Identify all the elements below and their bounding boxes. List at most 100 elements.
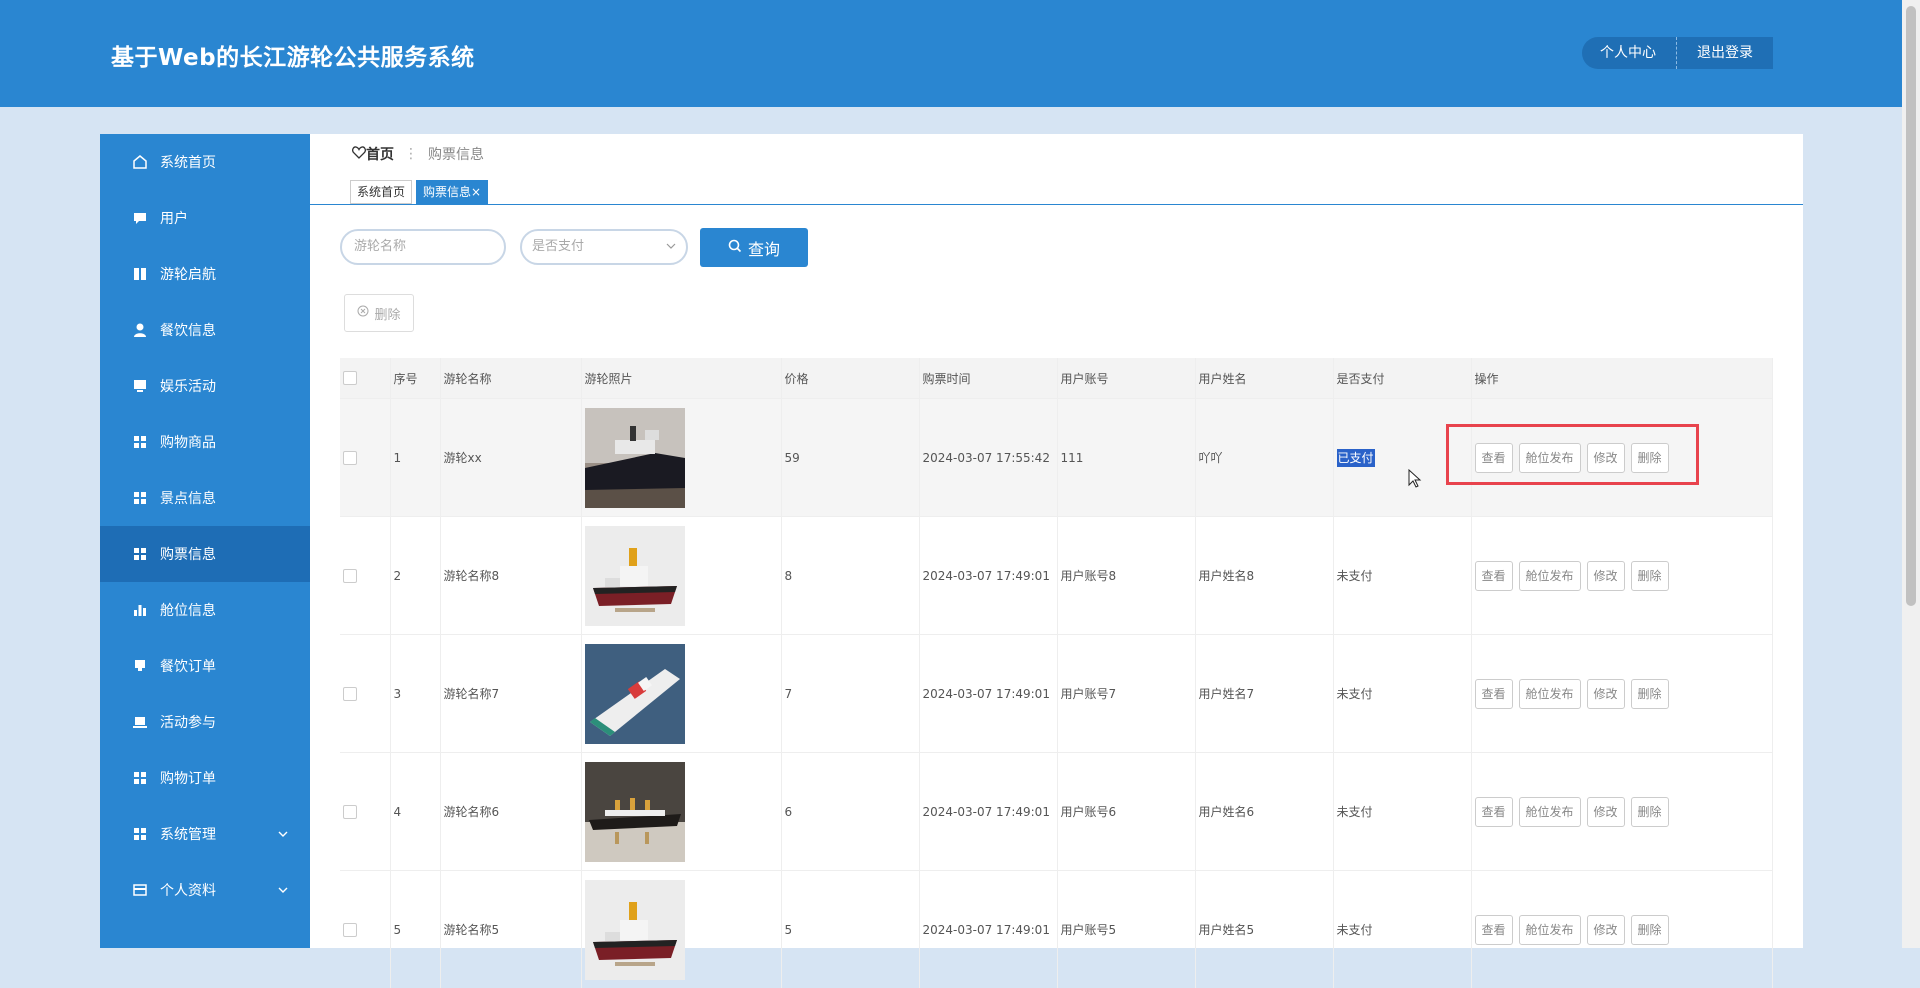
cabin-publish-button[interactable]: 舱位发布	[1519, 561, 1581, 591]
view-button[interactable]: 查看	[1475, 797, 1513, 827]
row-select-cell	[340, 871, 390, 988]
edit-button[interactable]: 修改	[1587, 561, 1625, 591]
cell-photo	[581, 753, 781, 871]
cup-icon	[132, 658, 148, 674]
chevron-down-icon	[278, 882, 288, 898]
cabin-publish-button[interactable]: 舱位发布	[1519, 679, 1581, 709]
breadcrumb-home[interactable]: 首页	[352, 144, 394, 164]
delete-button[interactable]: 删除	[1631, 915, 1669, 945]
cell-account: 111	[1057, 399, 1195, 517]
cell-price: 5	[781, 871, 919, 988]
column-header: 序号	[390, 358, 440, 399]
sidebar-item-activity-participation[interactable]: 活动参与	[100, 694, 310, 750]
delete-button[interactable]: 删除	[1631, 561, 1669, 591]
close-icon[interactable]: ×	[471, 185, 481, 199]
cell-username: 用户姓名7	[1195, 635, 1333, 753]
cell-time: 2024-03-07 17:49:01	[919, 517, 1057, 635]
view-button[interactable]: 查看	[1475, 561, 1513, 591]
top-header: 基于Web的长江游轮公共服务系统 个人中心 退出登录	[0, 0, 1920, 107]
heart-icon	[352, 146, 366, 163]
highlight-annotation-box	[1446, 424, 1699, 485]
cell-paid: 未支付	[1333, 517, 1471, 635]
row-checkbox[interactable]	[343, 569, 357, 583]
sidebar-item-cabin-info[interactable]: 舱位信息	[100, 582, 310, 638]
coastguard-ship-photo	[585, 644, 685, 744]
select-all-checkbox[interactable]	[343, 371, 357, 385]
cruise-name-search-input[interactable]: 游轮名称	[340, 229, 506, 265]
cell-price: 8	[781, 517, 919, 635]
row-checkbox[interactable]	[343, 805, 357, 819]
column-header: 购票时间	[919, 358, 1057, 399]
cell-index: 3	[390, 635, 440, 753]
mouse-cursor-icon	[1408, 469, 1422, 493]
grid-icon	[132, 770, 148, 786]
sidebar-item-shopping-goods[interactable]: 购物商品	[100, 414, 310, 470]
sidebar-item-system-management[interactable]: 系统管理	[100, 806, 310, 862]
grid-icon	[132, 434, 148, 450]
column-header: 游轮照片	[581, 358, 781, 399]
sidebar-item-scenic-spots[interactable]: 景点信息	[100, 470, 310, 526]
edit-button[interactable]: 修改	[1587, 797, 1625, 827]
ship-photo	[585, 408, 685, 508]
row-checkbox[interactable]	[343, 687, 357, 701]
header-actions: 个人中心 退出登录	[1582, 37, 1773, 69]
row-actions: 查看 舱位发布 修改 删除	[1475, 915, 1771, 945]
query-label: 查询	[748, 236, 780, 260]
cabin-publish-button[interactable]: 舱位发布	[1519, 915, 1581, 945]
sidebar-item-home[interactable]: 系统首页	[100, 134, 310, 190]
sidebar-item-profile[interactable]: 个人资料	[100, 862, 310, 918]
cell-username: 用户姓名6	[1195, 753, 1333, 871]
view-button[interactable]: 查看	[1475, 679, 1513, 709]
sidebar-item-label: 购票信息	[160, 544, 216, 564]
tugboat-photo	[585, 880, 685, 980]
sidebar-item-label: 舱位信息	[160, 600, 216, 620]
delete-button[interactable]: 删除	[1631, 679, 1669, 709]
edit-button[interactable]: 修改	[1587, 679, 1625, 709]
delete-button[interactable]: 删除	[1631, 797, 1669, 827]
sidebar-item-cruise-sailing[interactable]: 游轮启航	[100, 246, 310, 302]
cell-time: 2024-03-07 17:49:01	[919, 753, 1057, 871]
column-header: 价格	[781, 358, 919, 399]
sidebar-item-dining-info[interactable]: 餐饮信息	[100, 302, 310, 358]
tab-system-home[interactable]: 系统首页	[350, 180, 412, 204]
sidebar-item-shopping-orders[interactable]: 购物订单	[100, 750, 310, 806]
cabin-publish-button[interactable]: 舱位发布	[1519, 797, 1581, 827]
cell-paid: 未支付	[1333, 635, 1471, 753]
row-checkbox[interactable]	[343, 923, 357, 937]
sidebar-item-user[interactable]: 用户	[100, 190, 310, 246]
sidebar-item-dining-orders[interactable]: 餐饮订单	[100, 638, 310, 694]
cell-photo	[581, 399, 781, 517]
row-select-cell	[340, 753, 390, 871]
sidebar-item-ticket-info[interactable]: 购票信息	[100, 526, 310, 582]
select-all-cell	[340, 358, 390, 399]
cell-photo	[581, 871, 781, 988]
edit-button[interactable]: 修改	[1587, 915, 1625, 945]
cell-paid: 未支付	[1333, 871, 1471, 988]
cell-photo	[581, 517, 781, 635]
cell-username: 用户姓名8	[1195, 517, 1333, 635]
cell-photo	[581, 635, 781, 753]
row-actions: 查看 舱位发布 修改 删除	[1475, 797, 1771, 827]
batch-delete-button[interactable]: 删除	[344, 294, 414, 332]
tab-divider	[310, 204, 1803, 205]
tugboat-photo	[585, 526, 685, 626]
scrollbar-thumb[interactable]	[1906, 6, 1916, 606]
main-content: 首页 ⋮ 购票信息 系统首页 购票信息× 游轮名称 是否支付 查询 删除 序号 …	[310, 134, 1803, 948]
query-button[interactable]: 查询	[700, 228, 808, 267]
cell-price: 7	[781, 635, 919, 753]
paid-status-select[interactable]: 是否支付	[520, 229, 688, 265]
view-button[interactable]: 查看	[1475, 915, 1513, 945]
cell-name: 游轮名称6	[440, 753, 581, 871]
sidebar-item-entertainment[interactable]: 娱乐活动	[100, 358, 310, 414]
close-circle-icon	[357, 305, 369, 321]
cell-index: 1	[390, 399, 440, 517]
tab-ticket-info[interactable]: 购票信息×	[416, 180, 488, 204]
sidebar-item-label: 餐饮订单	[160, 656, 216, 676]
logout-button[interactable]: 退出登录	[1677, 37, 1773, 69]
breadcrumb: 首页 ⋮ 购票信息	[352, 142, 484, 166]
personal-center-button[interactable]: 个人中心	[1582, 37, 1677, 69]
breadcrumb-separator: ⋮	[404, 146, 418, 162]
sidebar-item-label: 娱乐活动	[160, 376, 216, 396]
row-checkbox[interactable]	[343, 451, 357, 465]
cell-index: 5	[390, 871, 440, 988]
